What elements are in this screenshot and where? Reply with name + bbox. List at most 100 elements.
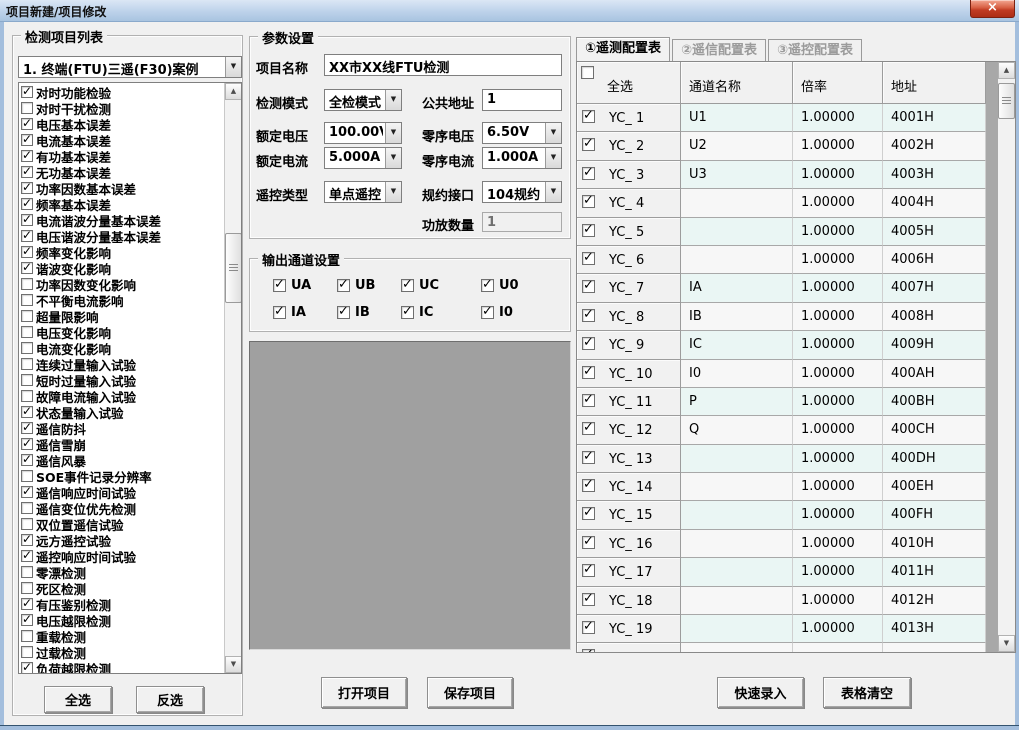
row-header-cell[interactable]: YC_ 10	[577, 360, 681, 388]
row-header-cell[interactable]: YC_ 8	[577, 303, 681, 331]
detection-item-checkbox[interactable]	[21, 422, 33, 434]
detection-item-checkbox[interactable]	[21, 550, 33, 562]
row-header-cell[interactable]: YC_ 16	[577, 530, 681, 558]
open-project-button[interactable]: 打开项目	[321, 677, 407, 708]
address-cell[interactable]: 4007H	[883, 274, 986, 302]
close-button[interactable]: ×	[970, 0, 1015, 18]
save-project-button[interactable]: 保存项目	[427, 677, 513, 708]
row-header-cell[interactable]: YC_ 17	[577, 558, 681, 586]
detection-item-checkbox[interactable]	[21, 630, 33, 642]
row-checkbox[interactable]	[582, 564, 595, 577]
channel-name-cell[interactable]	[681, 218, 793, 246]
channel-checkbox[interactable]	[401, 279, 414, 292]
output-channel-toggle[interactable]: IB	[337, 305, 370, 320]
row-header-cell[interactable]: YC_ 15	[577, 501, 681, 529]
detection-item-checkbox[interactable]	[21, 246, 33, 258]
chevron-down-icon[interactable]: ▼	[385, 148, 401, 168]
channel-name-cell[interactable]	[681, 445, 793, 473]
detection-item-checkbox[interactable]	[21, 342, 33, 354]
channel-name-cell[interactable]: U3	[681, 161, 793, 189]
table-scrollbar[interactable]: ▲ ▼	[998, 62, 1015, 652]
address-cell[interactable]	[883, 643, 986, 652]
detection-item-checkbox[interactable]	[21, 454, 33, 466]
row-checkbox[interactable]	[582, 138, 595, 151]
address-cell[interactable]: 400DH	[883, 445, 986, 473]
ratio-cell[interactable]: 1.00000	[793, 360, 883, 388]
ratio-cell[interactable]: 1.00000	[793, 331, 883, 359]
detection-item-checkbox[interactable]	[21, 86, 33, 98]
scroll-up-icon[interactable]: ▲	[998, 62, 1015, 79]
tab-config-1[interactable]: ①遥测配置表	[576, 37, 670, 61]
channel-name-cell[interactable]	[681, 530, 793, 558]
row-checkbox[interactable]	[582, 394, 595, 407]
detection-item-checkbox[interactable]	[21, 310, 33, 322]
ratio-cell[interactable]: 1.00000	[793, 473, 883, 501]
clear-table-button[interactable]: 表格清空	[823, 677, 911, 708]
channel-name-cell[interactable]: IA	[681, 274, 793, 302]
channel-checkbox[interactable]	[273, 279, 286, 292]
row-checkbox[interactable]	[582, 280, 595, 293]
chevron-down-icon[interactable]: ▼	[385, 123, 401, 143]
row-checkbox[interactable]	[582, 110, 595, 123]
scroll-down-icon[interactable]: ▼	[998, 635, 1015, 652]
channel-name-cell[interactable]	[681, 558, 793, 586]
row-checkbox[interactable]	[582, 536, 595, 549]
output-channel-toggle[interactable]: UB	[337, 278, 375, 293]
chevron-down-icon[interactable]: ▼	[385, 182, 401, 202]
row-checkbox[interactable]	[582, 366, 595, 379]
remote-type-select[interactable]: 单点遥控 ▼	[324, 181, 402, 203]
address-cell[interactable]: 4004H	[883, 189, 986, 217]
ratio-cell[interactable]: 1.00000	[793, 416, 883, 444]
channel-name-cell[interactable]: IC	[681, 331, 793, 359]
address-cell[interactable]: 4002H	[883, 132, 986, 160]
scroll-down-icon[interactable]: ▼	[225, 656, 242, 673]
title-bar[interactable]: 项目新建/项目修改 ×	[0, 0, 1019, 22]
detection-item-checkbox[interactable]	[21, 374, 33, 386]
row-header-cell[interactable]: YC_ 9	[577, 331, 681, 359]
ratio-cell[interactable]: 1.00000	[793, 132, 883, 160]
detection-item-checkbox[interactable]	[21, 294, 33, 306]
address-cell[interactable]: 400EH	[883, 473, 986, 501]
ratio-cell[interactable]: 1.00000	[793, 274, 883, 302]
chevron-down-icon[interactable]: ▼	[545, 182, 561, 202]
ratio-cell[interactable]: 1.00000	[793, 530, 883, 558]
channel-name-cell[interactable]: U1	[681, 104, 793, 132]
ratio-cell[interactable]: 1.00000	[793, 104, 883, 132]
row-header-cell[interactable]: YC_ 1	[577, 104, 681, 132]
list-scrollbar-thumb[interactable]	[225, 233, 242, 303]
detection-item-checkbox[interactable]	[21, 486, 33, 498]
row-header-cell[interactable]: YC_ 5	[577, 218, 681, 246]
address-cell[interactable]: 4012H	[883, 587, 986, 615]
tab-config-2[interactable]: ②遥信配置表	[672, 39, 766, 61]
detection-item-checkbox[interactable]	[21, 214, 33, 226]
project-name-input[interactable]: XX市XX线FTU检测	[324, 54, 562, 76]
channel-checkbox[interactable]	[481, 279, 494, 292]
chevron-down-icon[interactable]: ▼	[545, 123, 561, 143]
ratio-cell[interactable]: 1.00000	[793, 587, 883, 615]
detection-item-checkbox[interactable]	[21, 534, 33, 546]
detection-item-checkbox[interactable]	[21, 102, 33, 114]
address-cell[interactable]: 400AH	[883, 360, 986, 388]
row-header-cell[interactable]: YC_ 7	[577, 274, 681, 302]
detection-item-listbox[interactable]: 对时功能检验对时干扰检测电压基本误差电流基本误差有功基本误差无功基本误差功率因数…	[18, 82, 242, 674]
zero-voltage-select[interactable]: 6.50V ▼	[482, 122, 562, 144]
chevron-down-icon[interactable]: ▼	[225, 57, 241, 77]
detection-item-checkbox[interactable]	[21, 230, 33, 242]
ratio-cell[interactable]: 1.00000	[793, 445, 883, 473]
row-header-cell[interactable]	[577, 643, 681, 652]
row-checkbox[interactable]	[582, 167, 595, 180]
protocol-select[interactable]: 104规约 ▼	[482, 181, 562, 203]
row-checkbox[interactable]	[582, 507, 595, 520]
channel-name-cell[interactable]	[681, 587, 793, 615]
row-checkbox[interactable]	[582, 451, 595, 464]
detection-item-checkbox[interactable]	[21, 598, 33, 610]
table-scrollbar-thumb[interactable]	[998, 83, 1015, 119]
address-cell[interactable]: 4009H	[883, 331, 986, 359]
detection-item-checkbox[interactable]	[21, 662, 33, 673]
detection-item-checkbox[interactable]	[21, 390, 33, 402]
invert-selection-button[interactable]: 反选	[136, 686, 204, 713]
quick-entry-button[interactable]: 快速录入	[717, 677, 804, 708]
channel-name-cell[interactable]	[681, 246, 793, 274]
row-checkbox[interactable]	[582, 621, 595, 634]
detection-item-checkbox[interactable]	[21, 646, 33, 658]
